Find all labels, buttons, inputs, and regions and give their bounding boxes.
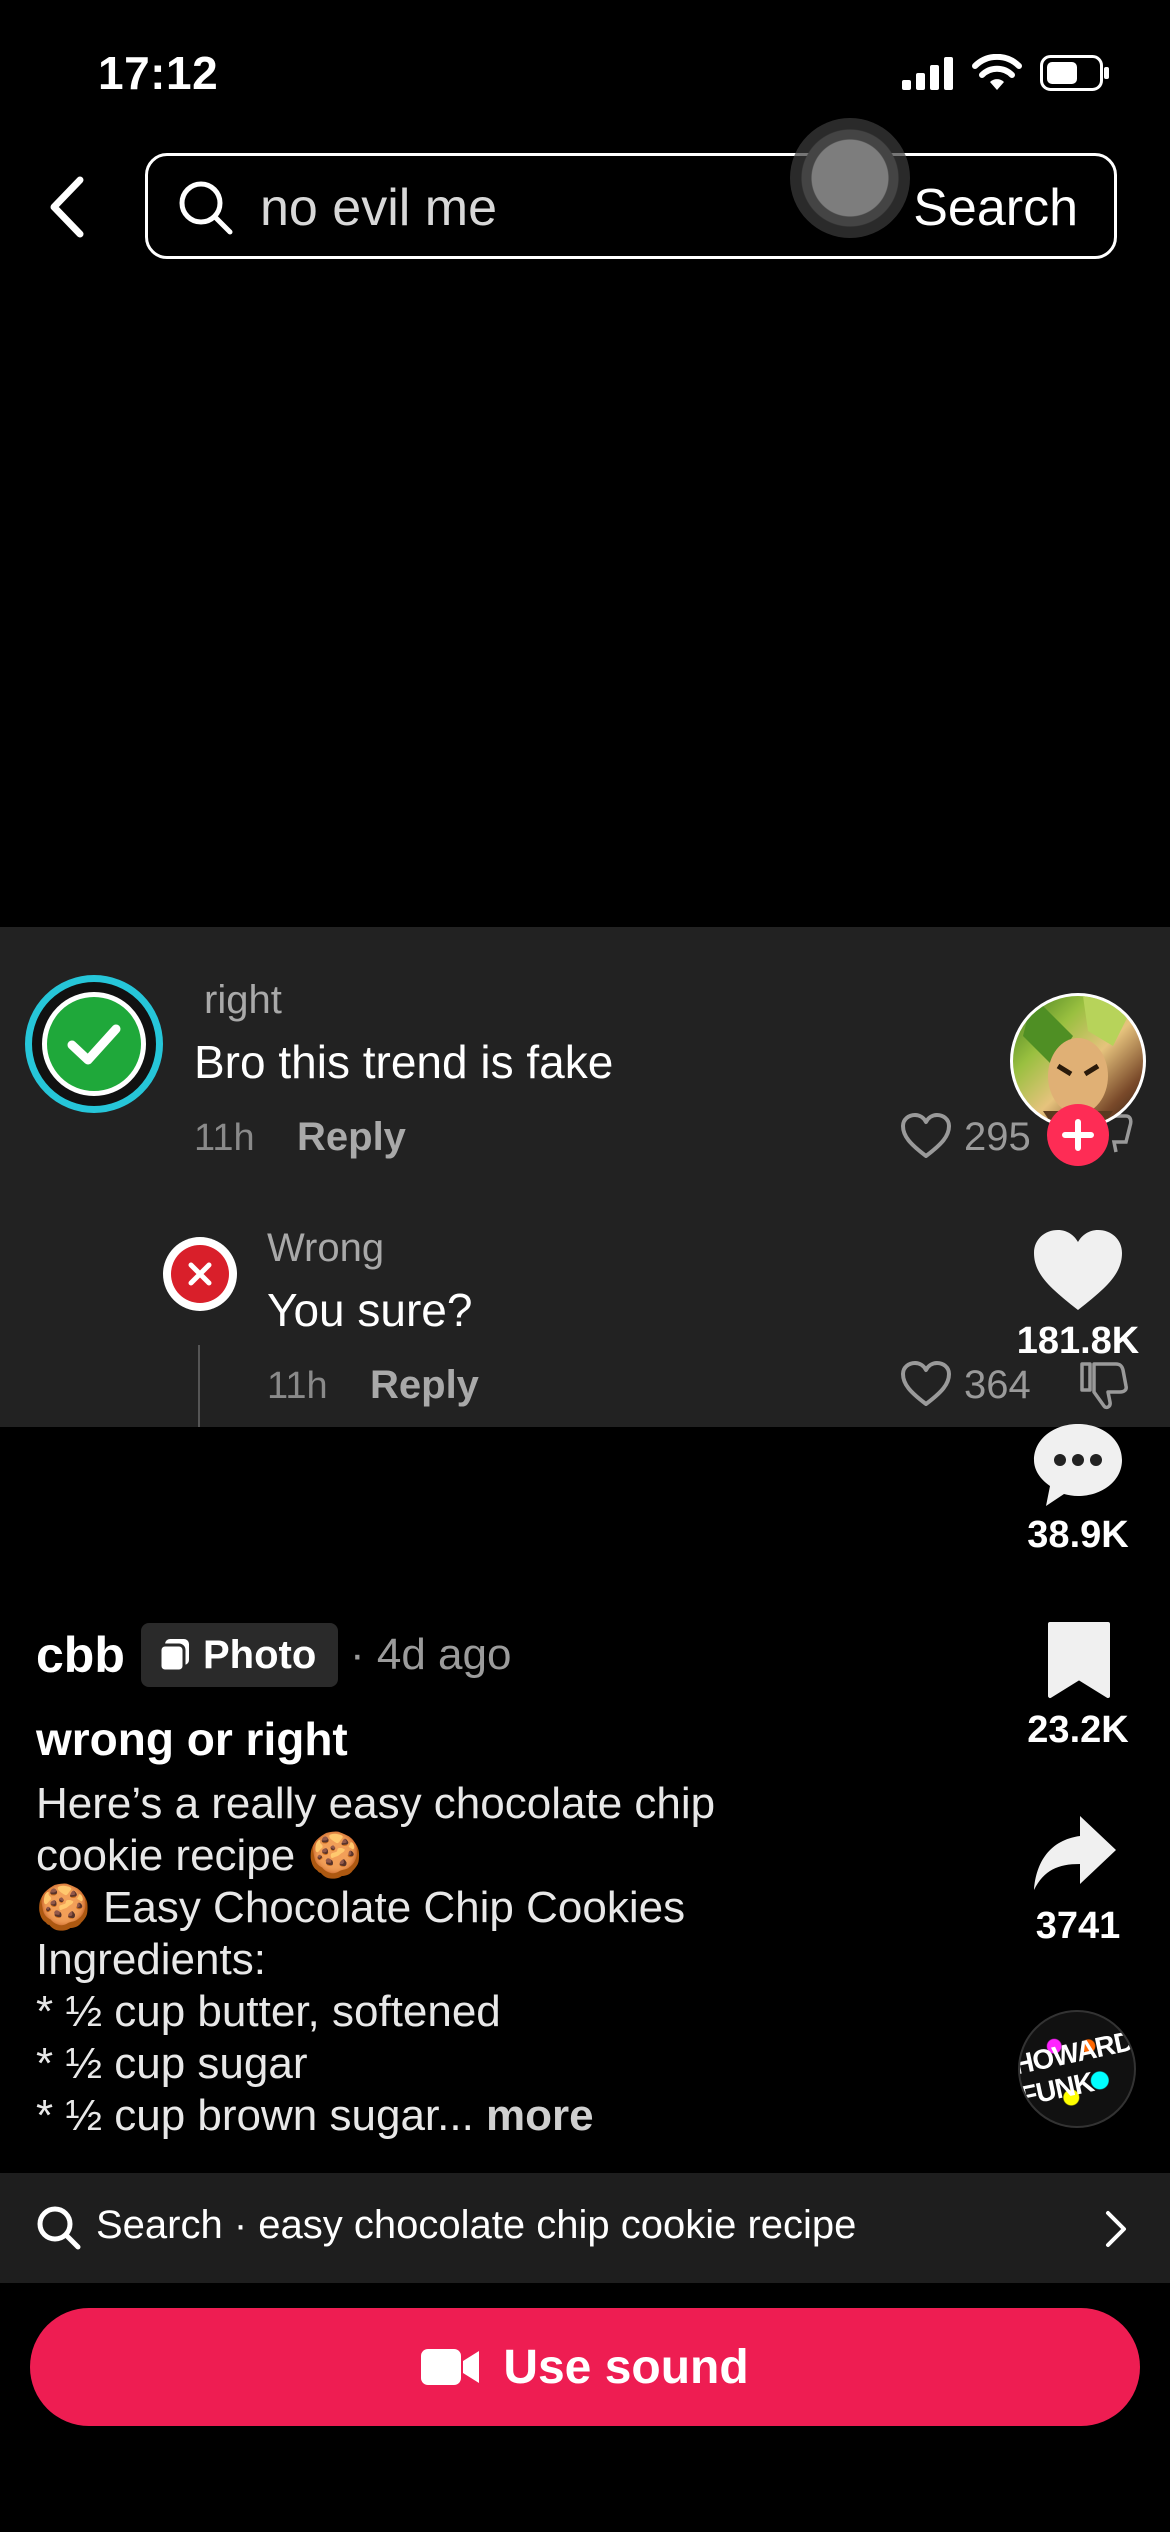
heart-icon[interactable]: [1030, 1226, 1126, 1314]
wifi-icon: [972, 54, 1022, 90]
photo-badge: Photo: [141, 1623, 339, 1687]
chevron-right-icon: [1106, 2211, 1126, 2247]
dislike-icon[interactable]: [1076, 1358, 1130, 1412]
touch-indicator: [790, 118, 910, 238]
more-link[interactable]: more: [486, 2091, 594, 2140]
bookmark-count: 23.2K: [1027, 1709, 1129, 1751]
status-time: 17:12: [98, 47, 219, 99]
search-button[interactable]: Search: [913, 178, 1078, 238]
heart-outline-icon[interactable]: [900, 1360, 952, 1408]
cellular-signal-icon: [902, 57, 953, 90]
back-button[interactable]: [40, 172, 100, 242]
post-description[interactable]: Here’s a really easy chocolate chip cook…: [36, 1778, 936, 2142]
search-icon: [37, 2206, 81, 2250]
search-suggestion-text: Search · easy chocolate chip cookie reci…: [96, 2203, 857, 2247]
comment-icon[interactable]: [1030, 1420, 1126, 1510]
share-icon[interactable]: [1030, 1812, 1120, 1898]
music-disc[interactable]: HOWARD FUNK: [1018, 2010, 1136, 2128]
battery-icon: [1040, 55, 1109, 91]
comment-time: 11h: [194, 1117, 255, 1159]
search-icon: [179, 181, 233, 235]
photo-icon: [158, 1639, 189, 1673]
heart-outline-icon[interactable]: [900, 1112, 952, 1160]
comment-count: 38.9K: [1027, 1514, 1129, 1556]
like-count: 181.8K: [1016, 1320, 1140, 1362]
follow-button[interactable]: [1047, 1104, 1109, 1166]
reply-time: 11h: [267, 1365, 328, 1407]
comment-reply-button[interactable]: Reply: [297, 1115, 406, 1160]
photo-badge-label: Photo: [203, 1632, 317, 1677]
reply-text: You sure?: [267, 1284, 473, 1336]
share-count: 3741: [1035, 1905, 1121, 1947]
music-disc-text: HOWARD FUNK: [1018, 2025, 1136, 2112]
description-text: Here’s a really easy chocolate chip cook…: [36, 1779, 716, 2140]
chevron-left-icon: [50, 176, 84, 238]
comment-text: Bro this trend is fake: [194, 1036, 614, 1088]
use-sound-button[interactable]: Use sound: [30, 2308, 1140, 2426]
reply-username[interactable]: Wrong: [267, 1226, 384, 1271]
author-name[interactable]: cbb: [36, 1626, 125, 1684]
comment-panel: [0, 927, 1170, 1427]
post-time: · 4d ago: [350, 1630, 512, 1679]
post-title: wrong or right: [36, 1713, 348, 1765]
search-field[interactable]: no evil me Search: [145, 153, 1117, 259]
reply-reply-button[interactable]: Reply: [370, 1363, 479, 1408]
comment-username[interactable]: right: [204, 978, 282, 1023]
plus-icon: [1062, 1119, 1094, 1151]
reply-avatar[interactable]: [163, 1237, 237, 1311]
search-input[interactable]: no evil me: [260, 178, 497, 238]
close-icon: [188, 1262, 212, 1286]
search-suggestion-bar[interactable]: Search · easy chocolate chip cookie reci…: [0, 2173, 1170, 2283]
checkmark-icon: [67, 1024, 121, 1065]
thread-line: [198, 1345, 200, 1427]
status-icons: [902, 54, 1110, 92]
comment-like-count: 295: [964, 1115, 1031, 1159]
video-camera-icon: [421, 2349, 480, 2385]
commenter-avatar[interactable]: [25, 975, 163, 1113]
bookmark-icon[interactable]: [1044, 1620, 1114, 1700]
reply-like-count: 364: [964, 1363, 1031, 1407]
use-sound-label: Use sound: [503, 2340, 749, 2394]
